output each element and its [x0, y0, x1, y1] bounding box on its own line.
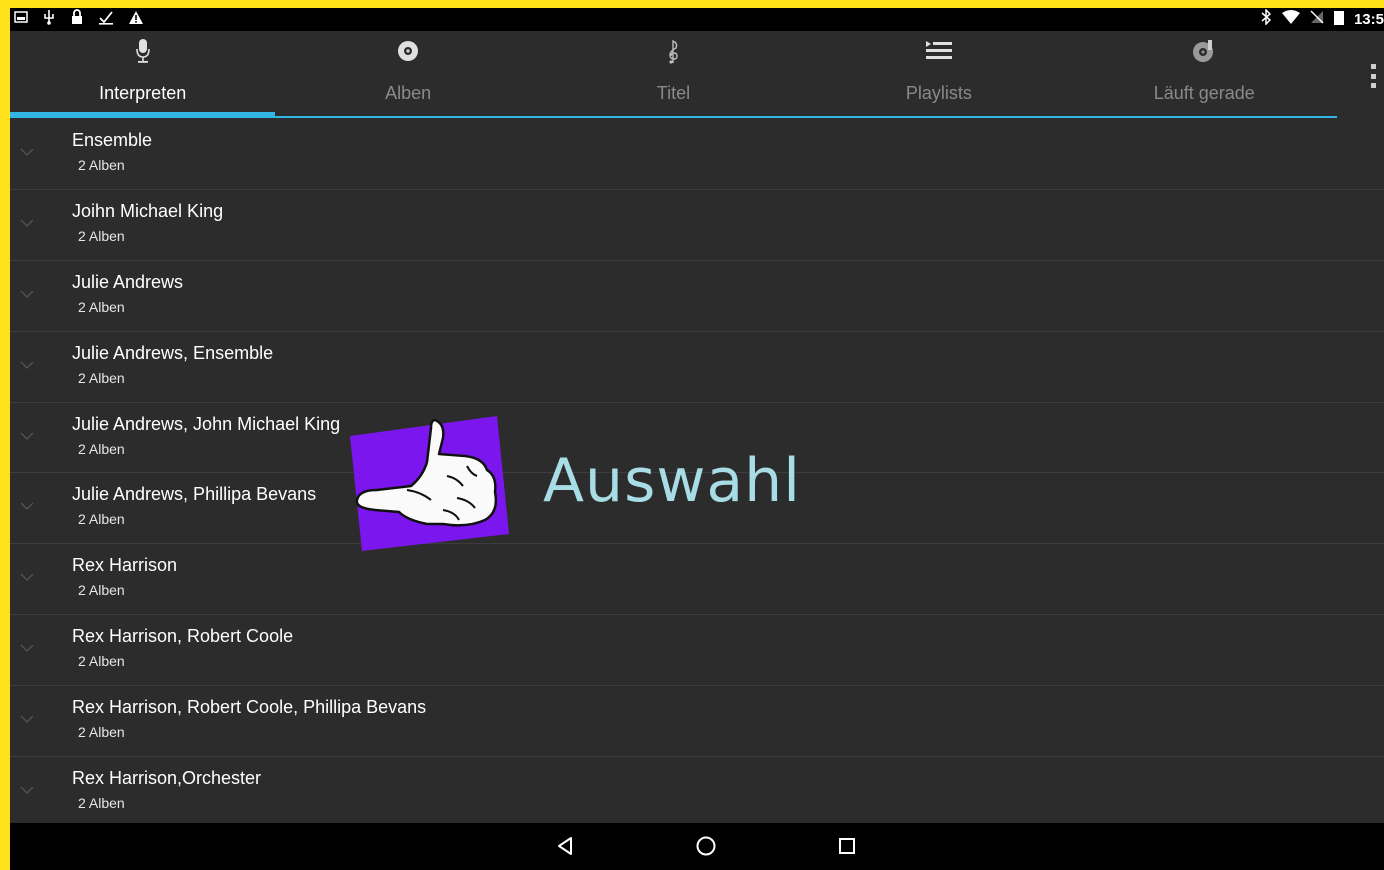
warning-icon	[128, 10, 144, 30]
tab-alben[interactable]: Alben	[275, 31, 540, 119]
album-count: 2 Alben	[78, 582, 125, 599]
tab-label: Interpreten	[99, 83, 187, 103]
album-count: 2 Alben	[78, 511, 125, 528]
status-right-icons: 13:5	[1260, 8, 1384, 30]
list-item[interactable]: Rex Harrison, Robert Coole, Phillipa Bev…	[10, 686, 1384, 758]
artist-name: Rex Harrison	[72, 555, 178, 576]
tab-label: Läuft gerade	[1153, 83, 1255, 103]
tab-laeuft-gerade[interactable]: Läuft gerade	[1072, 31, 1337, 119]
album-count: 2 Alben	[78, 795, 125, 812]
no-signal-icon	[1310, 10, 1324, 29]
list-item[interactable]: Ensemble 2 Alben	[10, 119, 1384, 190]
artist-name: Julie Andrews, Phillipa Bevans	[72, 484, 317, 505]
artist-name: Julie Andrews, John Michael King	[72, 413, 341, 434]
album-count: 2 Alben	[78, 298, 125, 315]
album-count: 2 Alben	[78, 440, 125, 457]
chevron-down-icon[interactable]	[20, 570, 34, 584]
home-icon	[696, 836, 716, 856]
back-button[interactable]	[550, 831, 580, 861]
list-item[interactable]: Julie Andrews 2 Alben	[10, 261, 1384, 332]
artist-name: Joihn Michael King	[72, 200, 224, 221]
tab-label: Playlists	[905, 83, 972, 103]
chevron-down-icon[interactable]	[20, 783, 34, 797]
status-left-icons	[14, 9, 144, 30]
screenshot-frame-left	[0, 0, 10, 870]
tab-titel[interactable]: Titel	[541, 31, 806, 119]
home-button[interactable]	[691, 831, 721, 861]
microphone-icon	[135, 38, 151, 69]
usb-icon	[42, 9, 56, 30]
overflow-menu-button[interactable]	[1370, 64, 1376, 88]
recents-button[interactable]	[832, 831, 862, 861]
chevron-down-icon[interactable]	[20, 429, 34, 443]
artist-name: Rex Harrison,Orchester	[72, 768, 262, 789]
menu-dot-icon	[1370, 64, 1376, 69]
playlist-icon	[925, 40, 952, 67]
tab-indicator-active	[10, 112, 275, 118]
album-count: 2 Alben	[78, 653, 125, 670]
menu-dot-icon	[1370, 83, 1376, 88]
pointing-hand-icon	[347, 416, 512, 551]
overlay-label: Auswahl	[543, 446, 801, 516]
album-count: 2 Alben	[78, 369, 125, 386]
artist-name: Rex Harrison, Robert Coole, Phillipa Bev…	[72, 697, 427, 718]
wifi-icon	[1281, 10, 1300, 29]
bluetooth-icon	[1260, 8, 1272, 30]
battery-icon	[1333, 10, 1344, 30]
album-count: 2 Alben	[78, 157, 125, 173]
status-bar: 13:5	[10, 8, 1384, 31]
navigation-bar	[10, 823, 1384, 870]
artist-name: Julie Andrews, Ensemble	[72, 342, 274, 363]
screenshot-frame-top	[0, 0, 1384, 8]
tab-bar: Interpreten Alben Titel Playlists Läuft …	[10, 31, 1384, 119]
menu-dot-icon	[1370, 73, 1376, 79]
tab-label: Alben	[385, 83, 432, 103]
list-item[interactable]: Rex Harrison 2 Alben	[10, 544, 1384, 616]
gallery-icon	[14, 10, 28, 29]
tab-label: Titel	[656, 83, 691, 103]
chevron-down-icon[interactable]	[20, 712, 34, 726]
album-count: 2 Alben	[78, 227, 125, 244]
chevron-down-icon[interactable]	[20, 499, 34, 513]
now-playing-icon	[1191, 38, 1217, 69]
artist-name: Rex Harrison, Robert Coole	[72, 626, 294, 647]
device-screen: 13:5 Interpreten Alben Titel Playlists L…	[10, 8, 1384, 870]
back-icon	[558, 837, 572, 855]
lock-icon	[70, 9, 84, 30]
list-item[interactable]: Joihn Michael King 2 Alben	[10, 190, 1384, 261]
album-count: 2 Alben	[78, 724, 125, 741]
chevron-down-icon[interactable]	[20, 358, 34, 372]
status-time: 13:5	[1353, 11, 1384, 28]
artist-name: Ensemble	[72, 130, 153, 150]
music-note-icon	[665, 37, 681, 70]
tab-interpreten[interactable]: Interpreten	[10, 31, 275, 119]
chevron-down-icon[interactable]	[20, 216, 34, 230]
album-icon	[396, 39, 420, 68]
chevron-down-icon[interactable]	[20, 145, 34, 159]
list-item[interactable]: Rex Harrison,Orchester 2 Alben	[10, 757, 1384, 828]
artist-name: Julie Andrews	[72, 271, 184, 292]
download-icon	[98, 9, 114, 30]
recents-icon	[839, 838, 855, 854]
list-item[interactable]: Julie Andrews, Ensemble 2 Alben	[10, 332, 1384, 403]
tab-playlists[interactable]: Playlists	[806, 31, 1071, 119]
chevron-down-icon[interactable]	[20, 287, 34, 301]
list-item[interactable]: Rex Harrison, Robert Coole 2 Alben	[10, 615, 1384, 687]
chevron-down-icon[interactable]	[20, 641, 34, 655]
